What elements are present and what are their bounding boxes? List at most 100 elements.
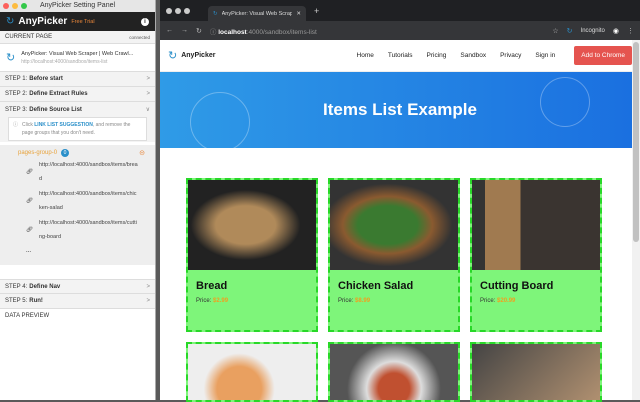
item-card[interactable]: [186, 342, 318, 402]
forward-icon[interactable]: →: [181, 27, 188, 34]
item-price: $2.99: [213, 298, 229, 304]
browser-tab[interactable]: ↻ AnyPicker: Visual Web Scrape ✕: [208, 6, 306, 21]
nav-home[interactable]: Home: [357, 52, 374, 59]
step-2[interactable]: STEP 2: Define Extract Rules >: [0, 87, 155, 102]
info-icon[interactable]: i: [141, 17, 149, 26]
nav-pricing[interactable]: Pricing: [427, 52, 447, 59]
step-5[interactable]: STEP 5: Run! >: [0, 294, 155, 309]
chevron-right-icon: >: [146, 91, 150, 97]
step-number: STEP 3:: [5, 106, 28, 113]
item-name[interactable]: Chicken Salad: [330, 270, 458, 292]
minimize-window-button[interactable]: [12, 3, 18, 9]
site-brand[interactable]: AnyPicker: [181, 52, 215, 59]
item-card[interactable]: [328, 342, 460, 402]
more-links: ...: [26, 248, 32, 254]
link-icon: 🔗︎: [26, 198, 33, 204]
tab-bar: ↻ AnyPicker: Visual Web Scrape ✕ +: [160, 0, 640, 21]
connection-status: connected: [129, 34, 150, 40]
link-url[interactable]: http://localhost:4000/sandbox/items/cutt…: [39, 216, 139, 244]
current-page-header: CURRENT PAGE connected: [0, 31, 155, 44]
item-name[interactable]: Cutting Board: [472, 270, 600, 292]
cutting-board-image: [472, 180, 600, 270]
chevron-right-icon: >: [146, 76, 150, 82]
add-to-chrome-button[interactable]: Add to Chrome: [574, 46, 632, 65]
price-label: Price:: [480, 298, 496, 304]
hero-title: Items List Example: [322, 100, 477, 119]
nav-sign-in[interactable]: Sign in: [535, 52, 555, 59]
step-title: Before start: [29, 76, 63, 82]
step-title: Define Extract Rules: [29, 91, 88, 97]
incognito-icon[interactable]: ◉: [613, 27, 619, 35]
link-url[interactable]: http://localhost:4000/sandbox/items/chic…: [39, 187, 139, 215]
link-list-suggestion-link[interactable]: LINK LIST SUGGESTION: [34, 122, 93, 128]
item-card[interactable]: Cutting Board Price: $20.99: [470, 178, 602, 332]
item-card[interactable]: Chicken Salad Price: $8.99: [328, 178, 460, 332]
info-icon: ⓘ: [13, 122, 19, 128]
step-number: STEP 4:: [5, 283, 28, 290]
step-4[interactable]: STEP 4: Define Nav >: [0, 279, 155, 294]
data-preview-label: DATA PREVIEW: [5, 313, 50, 319]
maximize-window-button[interactable]: [21, 3, 27, 9]
group-name[interactable]: pages-group-0: [18, 150, 57, 156]
nav-sandbox[interactable]: Sandbox: [460, 52, 486, 59]
chevron-down-icon: ∨: [145, 107, 150, 113]
eggs-image: [188, 344, 316, 400]
star-icon[interactable]: ☆: [552, 27, 558, 35]
nav-tutorials[interactable]: Tutorials: [388, 52, 413, 59]
url-host: localhost: [218, 28, 247, 36]
pages-group: pages-group-0 0 ⊝ 🔗︎ http://localhost:4000/…: [0, 145, 155, 265]
chevron-right-icon: >: [146, 283, 150, 290]
step-title: Define Source List: [29, 106, 82, 113]
app-name: AnyPicker: [18, 16, 68, 27]
trial-badge: Free Trial: [71, 18, 95, 25]
item-price: $8.99: [355, 298, 371, 304]
step-3[interactable]: STEP 3: Define Source List ∨: [0, 102, 155, 117]
new-tab-icon[interactable]: +: [314, 6, 319, 16]
list-item: 🔗︎ http://localhost:4000/sandbox/items/cu…: [26, 216, 145, 244]
url-input[interactable]: ⓘ localhost:4000/sandbox/items-list: [210, 26, 317, 36]
reload-icon[interactable]: ↻: [196, 27, 202, 35]
items-grid: Bread Price: $2.99 Chicken Salad Price: $8…: [186, 178, 602, 402]
item-name[interactable]: Bread: [188, 270, 316, 292]
close-window-button[interactable]: [3, 3, 9, 9]
anypicker-extension-icon[interactable]: ↻: [567, 27, 573, 35]
close-tab-icon[interactable]: ✕: [296, 11, 301, 17]
price-label: Price:: [338, 298, 354, 304]
link-icon: 🔗︎: [26, 169, 33, 175]
page-scrollbar[interactable]: [632, 40, 640, 400]
current-page-info: ↻ AnyPicker: Visual Web Scraper | Web Cr…: [0, 44, 155, 72]
data-preview[interactable]: DATA PREVIEW: [0, 309, 155, 323]
price-label: Price:: [196, 298, 212, 304]
remove-group-icon[interactable]: ⊝: [139, 149, 145, 157]
food-image: [472, 344, 600, 400]
tab-title: AnyPicker: Visual Web Scrape: [221, 10, 293, 17]
dish-image: [330, 344, 458, 400]
hint-text: Click: [22, 122, 33, 128]
chicken-salad-image: [330, 180, 458, 270]
back-icon[interactable]: ←: [166, 27, 173, 34]
page-favicon-icon: ↻: [6, 52, 16, 64]
item-card[interactable]: Bread Price: $2.99: [186, 178, 318, 332]
step-title: Run!: [29, 298, 43, 304]
address-bar: ← → ↻ ⓘ localhost:4000/sandbox/items-list …: [160, 21, 640, 40]
panel-header: ↻ AnyPicker Free Trial i: [0, 12, 155, 31]
link-url[interactable]: http://localhost:4000/sandbox/items/brea…: [39, 158, 139, 186]
panel-titlebar: AnyPicker Setting Panel: [0, 0, 155, 12]
list-item: 🔗︎ http://localhost:4000/sandbox/items/ch…: [26, 187, 145, 215]
menu-icon[interactable]: ⋮: [627, 27, 634, 35]
incognito-label: Incognito: [580, 27, 605, 34]
group-count-badge: 0: [61, 149, 70, 157]
step-number: STEP 2:: [5, 91, 28, 97]
page-url: http://localhost:4000/sandbox/items-list: [21, 58, 108, 65]
current-page-label: CURRENT PAGE: [5, 34, 53, 40]
item-card[interactable]: [470, 342, 602, 402]
browser-window: ↻ AnyPicker: Visual Web Scrape ✕ + ← → ↻ ⓘ l…: [160, 0, 640, 402]
site-logo-icon: ↻: [168, 50, 178, 62]
bread-image: [188, 180, 316, 270]
step-1[interactable]: STEP 1: Before start >: [0, 72, 155, 87]
anypicker-logo-icon: ↻: [6, 16, 15, 27]
site-nav: ↻ AnyPicker Home Tutorials Pricing Sandb…: [160, 40, 640, 72]
anypicker-panel: AnyPicker Setting Panel ↻ AnyPicker Free…: [0, 0, 156, 400]
step-number: STEP 1:: [5, 76, 28, 82]
nav-privacy[interactable]: Privacy: [500, 52, 521, 59]
